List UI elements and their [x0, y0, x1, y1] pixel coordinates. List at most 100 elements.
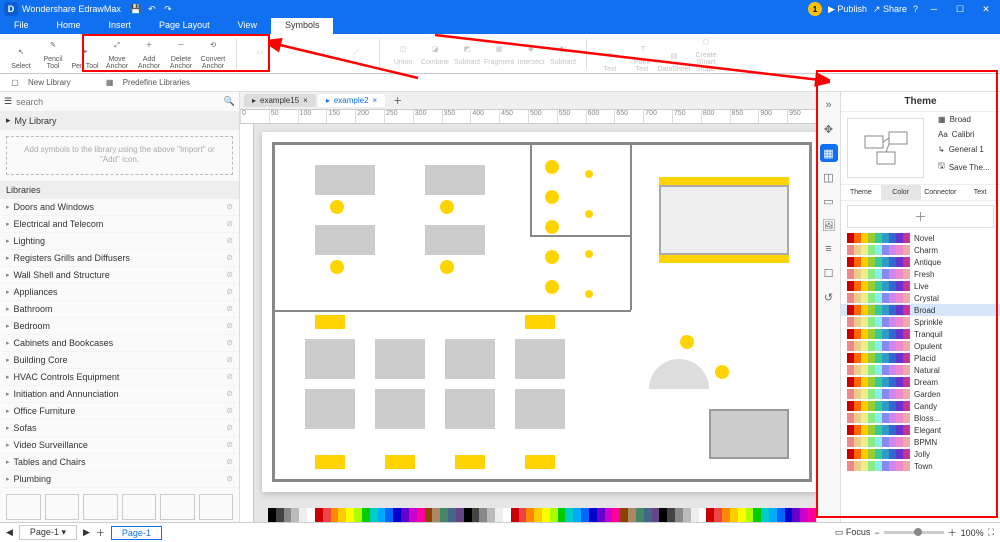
redo-icon[interactable]: ↷ — [161, 2, 175, 16]
color-theme-row[interactable]: Garden — [841, 388, 1000, 400]
subtract2-button[interactable]: ◧Subtract — [548, 41, 578, 66]
add-color-row-button[interactable]: ＋ — [847, 205, 994, 228]
library-item[interactable]: ▸Electrical and Telecom⊘ — [0, 216, 239, 233]
library-item[interactable]: ▸Lighting⊘ — [0, 233, 239, 250]
mode-connector[interactable]: Connector — [921, 185, 961, 200]
search-icon[interactable]: 🔍 — [224, 96, 235, 107]
fit-page-button[interactable]: ⛶ — [988, 527, 994, 538]
fragment-button[interactable]: ▦Fragment — [484, 41, 514, 66]
layout-icon[interactable]: ◫ — [820, 168, 838, 186]
color-theme-row[interactable]: Novel — [841, 232, 1000, 244]
library-item[interactable]: ▸Video Surveillance⊘ — [0, 437, 239, 454]
library-item[interactable]: ▸Building Core⊘ — [0, 352, 239, 369]
collapse-icon[interactable]: » — [820, 96, 838, 114]
color-theme-row[interactable]: Fresh — [841, 268, 1000, 280]
color-theme-row[interactable]: Candy — [841, 400, 1000, 412]
predefine-label[interactable]: Predefine Libraries — [123, 78, 190, 87]
menu-page-layout[interactable]: Page Layout — [145, 18, 224, 34]
theme-opt-calibri[interactable]: Aa Calibri — [930, 127, 1000, 142]
minimize-button[interactable]: ─ — [924, 4, 944, 14]
color-theme-row[interactable]: Bloss... — [841, 412, 1000, 424]
shape-rect[interactable]: ▭ — [245, 45, 275, 63]
convert-anchor-button[interactable]: ⟲Convert Anchor — [198, 38, 228, 70]
prev-page-button[interactable]: ◀ — [6, 527, 13, 538]
mode-text[interactable]: Text — [960, 185, 1000, 200]
canvas[interactable] — [254, 124, 816, 522]
close-icon[interactable]: × — [373, 96, 378, 105]
datasheet-button[interactable]: ▤DataSheet — [659, 48, 689, 73]
zoom-out-button[interactable]: − — [874, 528, 879, 538]
layers-icon[interactable]: ≡ — [820, 240, 838, 258]
history-icon[interactable]: ↺ — [820, 288, 838, 306]
color-theme-list[interactable]: NovelCharmAntiqueFreshLiveCrystalBroadSp… — [841, 232, 1000, 522]
menu-insert[interactable]: Insert — [95, 18, 146, 34]
add-page-button[interactable]: ＋ — [96, 526, 105, 539]
image-icon[interactable]: 🖼 — [820, 216, 838, 234]
color-theme-row[interactable]: Jolly — [841, 448, 1000, 460]
point-text-button[interactable]: ·TPoint Text — [627, 41, 657, 73]
drawing-page[interactable] — [262, 132, 816, 492]
menu-view[interactable]: View — [224, 18, 271, 34]
color-theme-row[interactable]: Elegant — [841, 424, 1000, 436]
shape-poly[interactable]: ☆ — [309, 45, 339, 63]
color-theme-row[interactable]: BPMN — [841, 436, 1000, 448]
page-selector[interactable]: Page-1 ▾ — [19, 525, 77, 540]
new-library-label[interactable]: New Library — [28, 78, 71, 87]
shape-line[interactable]: ／ — [341, 45, 371, 63]
undo-icon[interactable]: ↶ — [145, 2, 159, 16]
pointer-icon[interactable]: ✥ — [820, 120, 838, 138]
library-item[interactable]: ▸Office Furniture⊘ — [0, 403, 239, 420]
library-item[interactable]: ▸Bedroom⊘ — [0, 318, 239, 335]
mode-color[interactable]: Color — [881, 185, 921, 200]
library-search-input[interactable] — [16, 97, 220, 107]
zoom-slider[interactable] — [884, 531, 944, 534]
smart-shape-button[interactable]: ⬡Create Smart Shape — [691, 34, 721, 73]
color-theme-row[interactable]: Sprinkle — [841, 316, 1000, 328]
menu-symbols[interactable]: Symbols — [271, 18, 334, 34]
color-theme-row[interactable]: Live — [841, 280, 1000, 292]
library-item[interactable]: ▸Plumbing⊘ — [0, 471, 239, 488]
align-icon[interactable]: ☐ — [820, 264, 838, 282]
page-tab-1[interactable]: Page-1 — [111, 526, 162, 540]
menu-home[interactable]: Home — [43, 18, 95, 34]
page-icon[interactable]: ▭ — [820, 192, 838, 210]
color-theme-row[interactable]: Town — [841, 460, 1000, 472]
color-bar[interactable] — [268, 508, 816, 522]
color-theme-row[interactable]: Broad — [841, 304, 1000, 316]
color-theme-row[interactable]: Natural — [841, 364, 1000, 376]
color-theme-row[interactable]: Dream — [841, 376, 1000, 388]
share-button[interactable]: ↗ Share — [873, 4, 907, 15]
zoom-level[interactable]: 100% — [961, 528, 984, 538]
color-theme-row[interactable]: Antique — [841, 256, 1000, 268]
theme-panel-icon[interactable]: ▦ — [820, 144, 838, 162]
close-icon[interactable]: × — [303, 96, 308, 105]
color-theme-row[interactable]: Opulent — [841, 340, 1000, 352]
pencil-tool-button[interactable]: ✎Pencil Tool — [38, 38, 68, 70]
library-item[interactable]: ▸Wall Shell and Structure⊘ — [0, 267, 239, 284]
predefine-icon[interactable]: ▦ — [103, 76, 117, 90]
color-theme-row[interactable]: Placid — [841, 352, 1000, 364]
library-item[interactable]: ▸HVAC Controls Equipment⊘ — [0, 369, 239, 386]
color-theme-row[interactable]: Tranquil — [841, 328, 1000, 340]
delete-anchor-button[interactable]: －Delete Anchor — [166, 38, 196, 70]
new-library-icon[interactable]: ▢ — [8, 76, 22, 90]
library-item[interactable]: ▸Initiation and Annunciation⊘ — [0, 386, 239, 403]
tab-example2[interactable]: ▸ example2 × — [318, 94, 385, 107]
add-anchor-button[interactable]: ＋Add Anchor — [134, 38, 164, 70]
help-icon[interactable]: ? — [913, 4, 918, 14]
text-button[interactable]: TText — [595, 48, 625, 73]
intersect-button[interactable]: ◆Intersect — [516, 41, 546, 66]
mode-theme[interactable]: Theme — [841, 185, 881, 200]
my-library-header[interactable]: ▸ My Library — [0, 111, 239, 130]
library-item[interactable]: ▸Bathroom⊘ — [0, 301, 239, 318]
focus-mode-button[interactable]: ▭ Focus — [835, 527, 871, 538]
menu-icon[interactable]: ☰ — [4, 96, 12, 107]
maximize-button[interactable]: ☐ — [950, 4, 970, 15]
color-theme-row[interactable]: Crystal — [841, 292, 1000, 304]
theme-opt-save[interactable]: 🖫 Save The... — [930, 157, 1000, 177]
notification-badge[interactable]: 1 — [808, 2, 822, 16]
add-tab-button[interactable]: ＋ — [387, 92, 408, 109]
union-button[interactable]: ◫Union — [388, 41, 418, 66]
shape-circle[interactable]: ○ — [277, 45, 307, 63]
menu-file[interactable]: File — [0, 18, 43, 34]
